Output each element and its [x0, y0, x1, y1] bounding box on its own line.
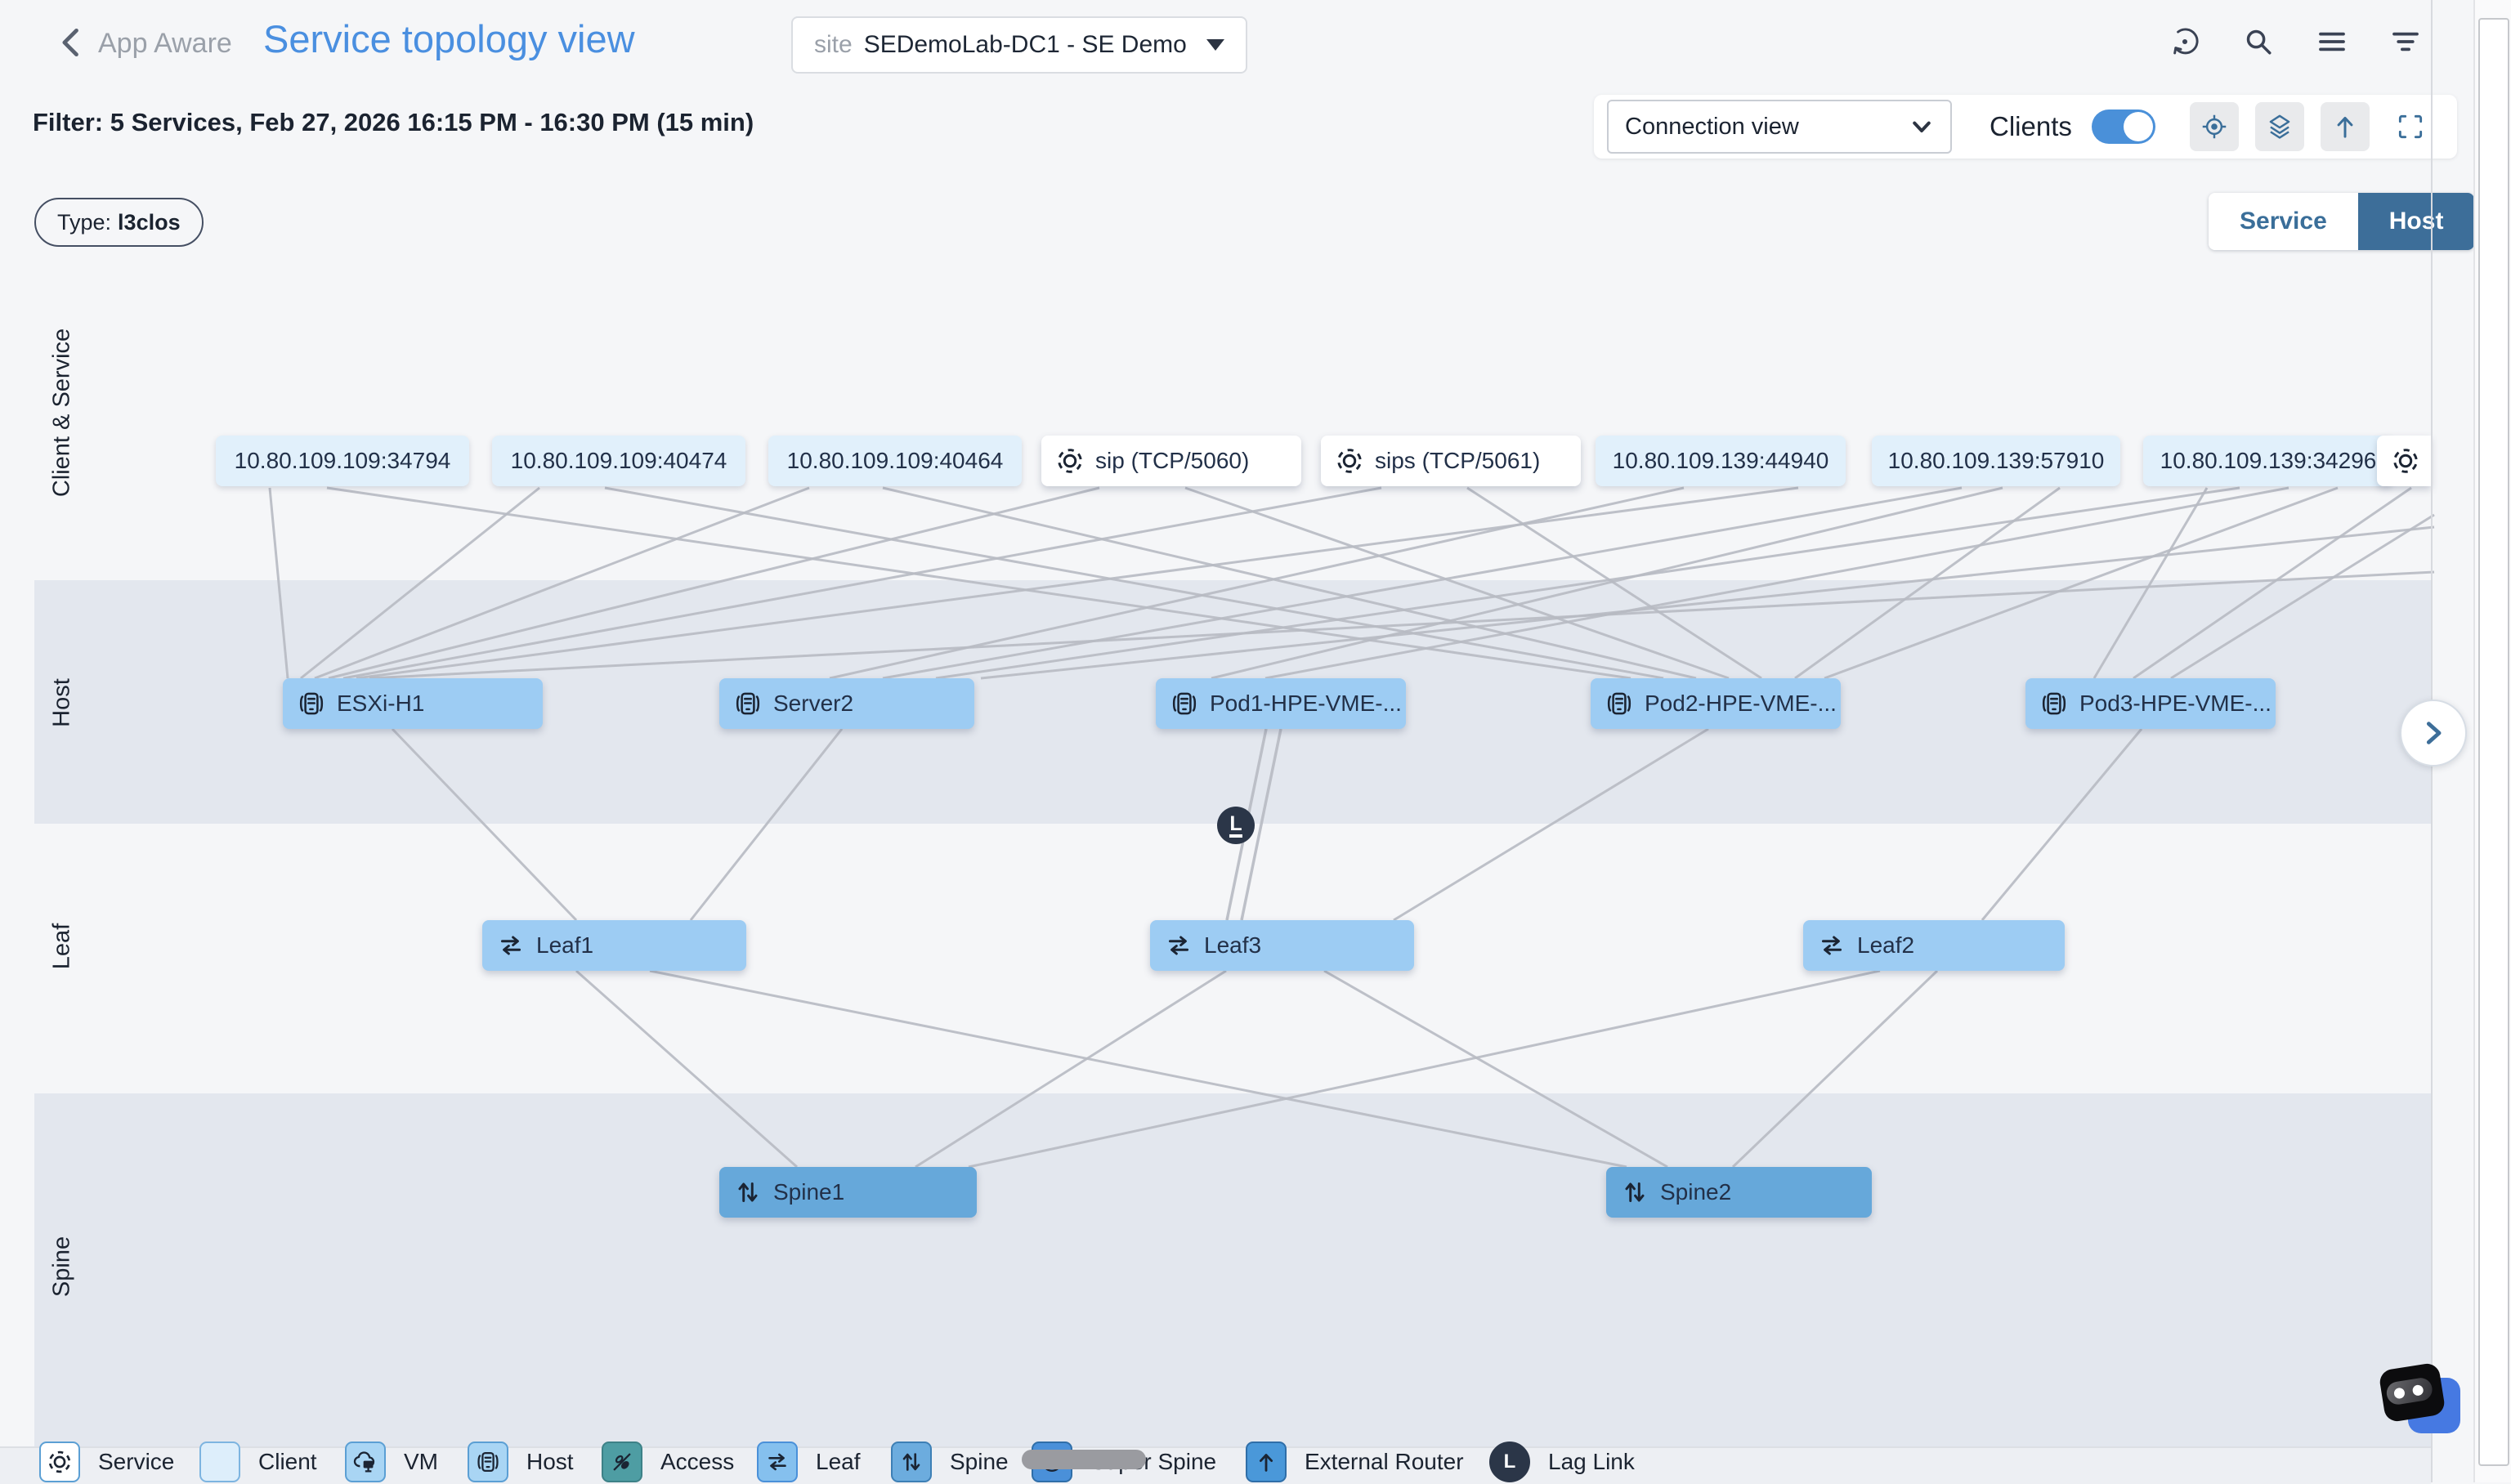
legend-item-lag-link: L Lag Link: [1489, 1442, 1635, 1482]
client-node-10-80-109-109-40464[interactable]: 10.80.109.109:40464: [768, 436, 1022, 486]
legend-label: Service: [98, 1449, 174, 1475]
node-label: 10.80.109.109:34794: [235, 448, 451, 474]
vm-icon: [345, 1442, 386, 1482]
external-router-icon: [1246, 1442, 1287, 1482]
service-node-partial[interactable]: [2377, 436, 2431, 486]
node-label: 10.80.109.139:44940: [1613, 448, 1829, 474]
legend-item-host: Host: [468, 1442, 574, 1482]
node-label: Leaf2: [1857, 932, 1914, 959]
node-label: Leaf1: [536, 932, 593, 959]
legend-bar: ServiceClientVMHostAccessLeafSpineSuper …: [0, 1446, 2431, 1484]
spine-node-spine2[interactable]: Spine2: [1606, 1167, 1872, 1218]
service-icon: [1334, 445, 1365, 476]
legend-item-access: Access: [602, 1442, 734, 1482]
topology-edges: [0, 0, 2511, 1482]
row-label-spine: Spine: [49, 1236, 76, 1297]
row-label-leaf: Leaf: [49, 923, 76, 969]
host-node-server2[interactable]: Server2: [719, 678, 974, 729]
host-node-esxi-h1[interactable]: ESXi-H1: [283, 678, 543, 729]
spine-icon: [891, 1442, 932, 1482]
host-node-pod3-hpe-vme[interactable]: Pod3-HPE-VME-...: [2025, 678, 2276, 729]
service-icon: [2390, 445, 2421, 476]
node-label: 10.80.109.109:40464: [787, 448, 1004, 474]
vertical-scrollbar-thumb[interactable]: [2478, 18, 2509, 1466]
row-label-host: Host: [49, 678, 76, 727]
vertical-scrollbar-track: [2473, 0, 2511, 1482]
node-label: Pod3-HPE-VME-...: [2079, 691, 2272, 717]
node-label: Pod1-HPE-VME-...: [1210, 691, 1402, 717]
host-node-pod1-hpe-vme[interactable]: Pod1-HPE-VME-...: [1156, 678, 1406, 729]
legend-label: Access: [660, 1449, 734, 1475]
legend-label: Leaf: [816, 1449, 861, 1475]
client-node-10-80-109-109-40474[interactable]: 10.80.109.109:40474: [492, 436, 745, 486]
node-label: sip (TCP/5060): [1095, 448, 1249, 474]
leaf-node-leaf2[interactable]: Leaf2: [1803, 920, 2065, 971]
service-icon: [1054, 445, 1085, 476]
node-label: Pod2-HPE-VME-...: [1645, 691, 1837, 717]
chatbot-widget[interactable]: [2380, 1366, 2470, 1442]
lag-icon: L: [1489, 1442, 1530, 1482]
row-label-client-service: Client & Service: [49, 329, 76, 497]
leaf-icon: [495, 930, 526, 961]
node-label: sips (TCP/5061): [1375, 448, 1540, 474]
chevron-right-icon: [2419, 719, 2447, 747]
robot-head-icon: [2378, 1362, 2446, 1424]
lag-link-badge[interactable]: L: [1217, 807, 1255, 844]
node-label: 10.80.109.139:57910: [1888, 448, 2105, 474]
node-label: ESXi-H1: [337, 691, 424, 717]
leaf-icon: [1816, 930, 1847, 961]
service-node-sip-tcp-5060[interactable]: sip (TCP/5060): [1041, 436, 1301, 486]
legend-label: Client: [258, 1449, 317, 1475]
host-icon: [1169, 688, 1200, 719]
node-label: Spine2: [1660, 1179, 1731, 1205]
host-icon: [2039, 688, 2070, 719]
host-icon: [468, 1442, 508, 1482]
legend-item-client: Client: [199, 1442, 317, 1482]
node-label: 10.80.109.109:40474: [511, 448, 727, 474]
host-icon: [732, 688, 763, 719]
host-icon: [1604, 688, 1635, 719]
node-label: Spine1: [773, 1179, 844, 1205]
spine-node-spine1[interactable]: Spine1: [719, 1167, 977, 1218]
leaf-icon: [757, 1442, 798, 1482]
legend-item-vm: VM: [345, 1442, 438, 1482]
legend-item-spine: Spine: [891, 1442, 1009, 1482]
leaf-node-leaf3[interactable]: Leaf3: [1150, 920, 1414, 971]
legend-label: Lag Link: [1548, 1449, 1635, 1475]
legend-label: External Router: [1305, 1449, 1464, 1475]
legend-label: Spine: [950, 1449, 1009, 1475]
leaf-node-leaf1[interactable]: Leaf1: [482, 920, 746, 971]
client-node-10-80-109-109-34794[interactable]: 10.80.109.109:34794: [216, 436, 469, 486]
spine-icon: [1619, 1177, 1650, 1208]
expand-panel-button[interactable]: [2400, 700, 2467, 767]
service-icon: [39, 1442, 80, 1482]
service-node-sips-tcp-5061[interactable]: sips (TCP/5061): [1321, 436, 1581, 486]
node-label: Server2: [773, 691, 853, 717]
client-node-10-80-109-139-57910[interactable]: 10.80.109.139:57910: [1872, 436, 2120, 486]
legend-item-leaf: Leaf: [757, 1442, 861, 1482]
legend-item-service: Service: [39, 1442, 174, 1482]
legend-item-external-router: External Router: [1246, 1442, 1464, 1482]
node-label: 10.80.109.139:34296: [2160, 448, 2377, 474]
spine-icon: [732, 1177, 763, 1208]
client-swatch: [199, 1442, 240, 1482]
access-icon: [602, 1442, 642, 1482]
leaf-icon: [1163, 930, 1194, 961]
horizontal-scrollbar-thumb[interactable]: [1022, 1450, 1146, 1469]
client-node-10-80-109-139-34296[interactable]: 10.80.109.139:34296: [2143, 436, 2393, 486]
host-node-pod2-hpe-vme[interactable]: Pod2-HPE-VME-...: [1591, 678, 1841, 729]
client-node-10-80-109-139-44940[interactable]: 10.80.109.139:44940: [1596, 436, 1846, 486]
host-icon: [296, 688, 327, 719]
legend-label: VM: [404, 1449, 438, 1475]
legend-label: Host: [526, 1449, 574, 1475]
node-label: Leaf3: [1204, 932, 1261, 959]
